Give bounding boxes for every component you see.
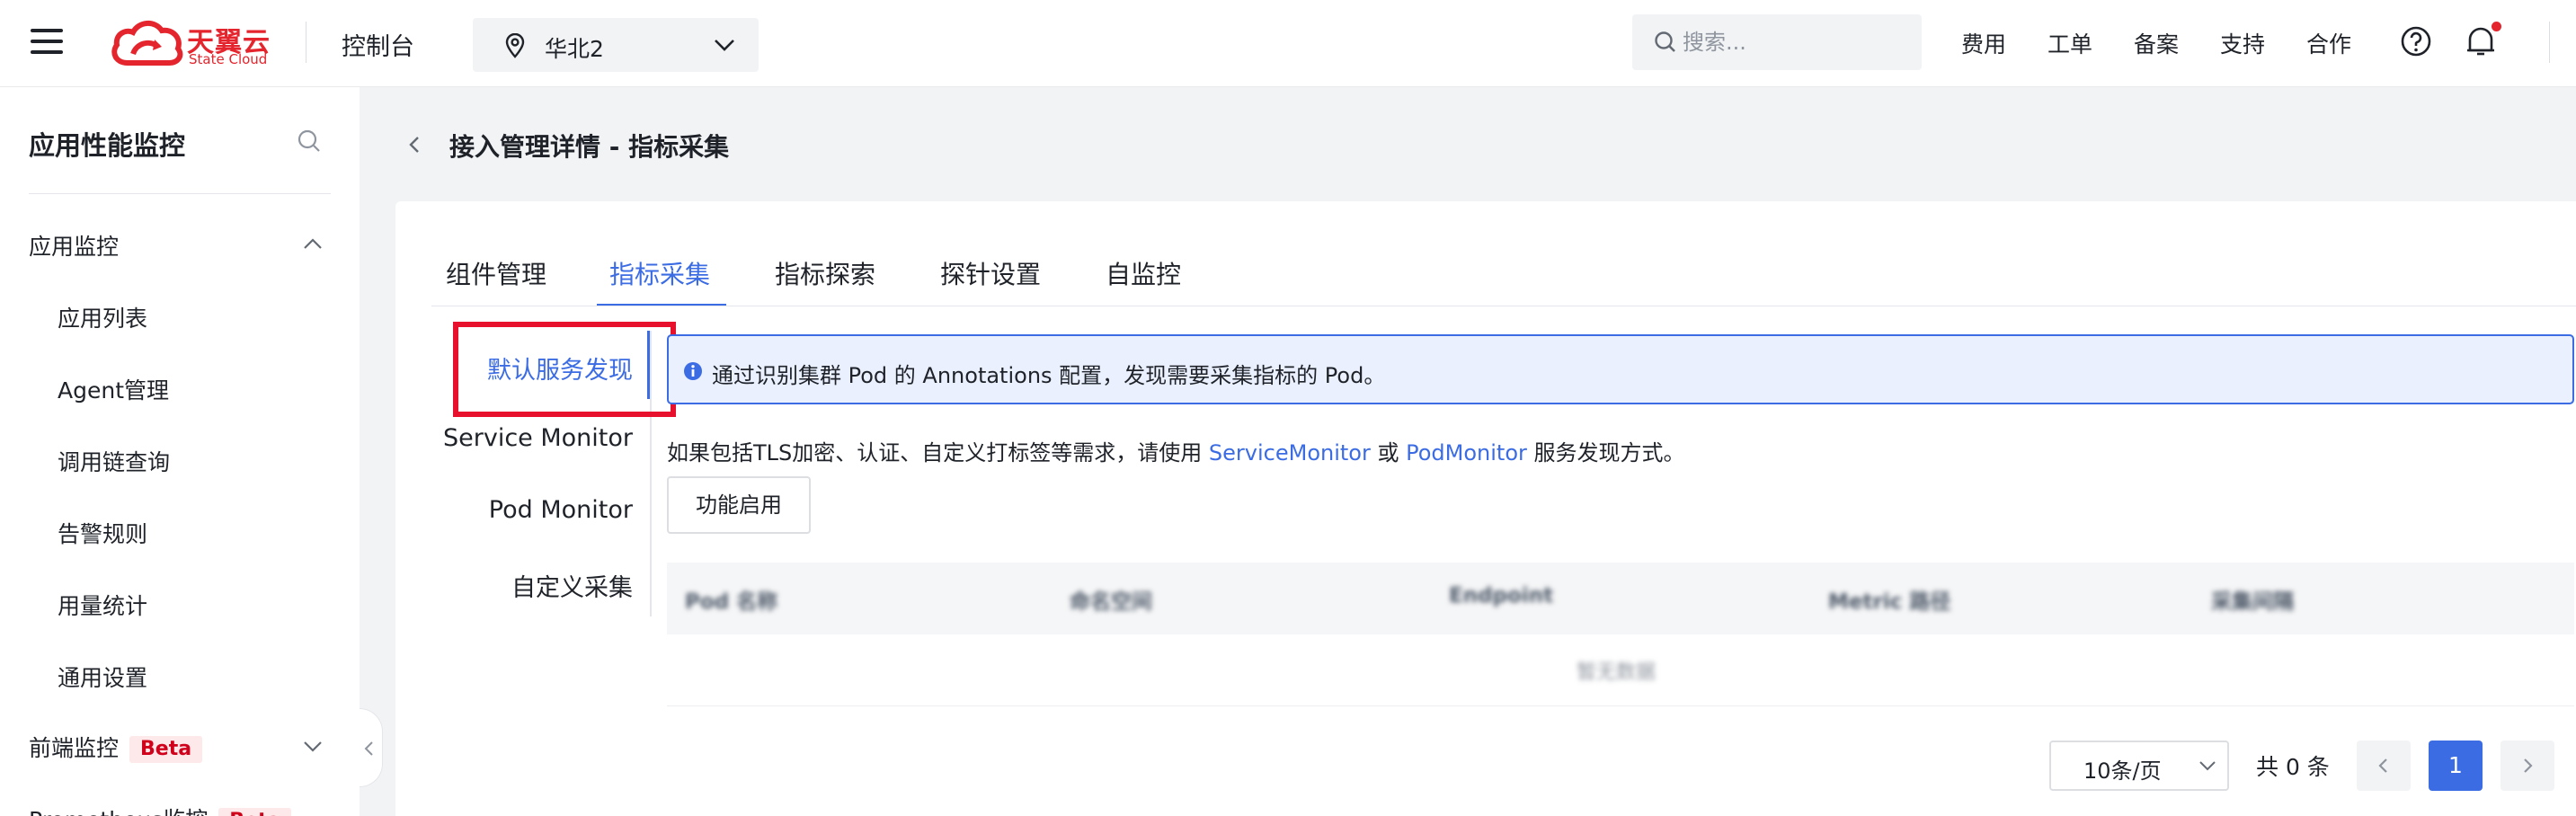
column-endpoint: Endpoint: [1449, 584, 1554, 608]
nav-partners[interactable]: 合作: [2306, 27, 2351, 59]
discovery-hint: 如果包括TLS加密、认证、自定义打标签等需求，请使用 ServiceMonito…: [667, 435, 1685, 466]
page-number-current[interactable]: 1: [2429, 741, 2483, 791]
sidebar-group-prometheus-label: Prometheus监控: [29, 807, 208, 816]
column-namespace: 命名空间: [1070, 590, 1152, 614]
tab-metric-collection[interactable]: 指标采集: [609, 255, 710, 291]
sidebar-search-icon[interactable]: [297, 129, 322, 154]
column-pod-name: Pod 名称: [685, 590, 778, 614]
region-selector[interactable]: 华北2: [473, 18, 759, 72]
console-link[interactable]: 控制台: [342, 27, 414, 62]
vtab-custom-collection[interactable]: 自定义采集: [363, 568, 633, 603]
sidebar-item-settings[interactable]: 通用设置: [58, 661, 147, 693]
vtab-pod-monitor[interactable]: Pod Monitor: [363, 496, 633, 524]
menu-icon[interactable]: [31, 29, 63, 54]
sidebar-divider: [29, 193, 331, 194]
nav-billing[interactable]: 费用: [1961, 27, 2006, 59]
column-metric-path: Metric 路径: [1828, 590, 1951, 614]
hint-mid: 或: [1370, 440, 1407, 466]
info-alert: 通过识别集群 Pod 的 Annotations 配置，发现需要采集指标的 Po…: [667, 334, 2574, 404]
tab-self-monitoring[interactable]: 自监控: [1106, 255, 1181, 291]
sidebar-title: 应用性能监控: [29, 130, 186, 161]
sidebar-group-prometheus[interactable]: Prometheus监控 Beta: [29, 803, 292, 816]
chevron-left-icon: [364, 741, 373, 756]
logo-subtext: State Cloud: [189, 51, 268, 67]
search-icon: [1655, 31, 1675, 52]
tab-probe-settings[interactable]: 探针设置: [940, 255, 1041, 291]
back-arrow-icon[interactable]: [404, 135, 424, 155]
servicemonitor-link[interactable]: ServiceMonitor: [1209, 440, 1371, 466]
chevron-down-icon: [715, 40, 734, 51]
sidebar-group-frontend[interactable]: 前端监控 Beta: [29, 731, 203, 763]
chevron-up-icon[interactable]: [302, 236, 324, 251]
table-header: Pod 名称 命名空间 Endpoint Metric 路径 采集间隔: [667, 563, 2574, 634]
chevron-left-icon: [2378, 758, 2387, 773]
sidebar: 应用性能监控 应用监控 应用列表 Agent管理 调用链查询 告警规则 用量统计…: [0, 87, 360, 816]
global-search: [1632, 14, 1922, 70]
alert-text: 通过识别集群 Pod 的 Annotations 配置，发现需要采集指标的 Po…: [712, 363, 1386, 388]
table-empty-row: 暂无数据: [667, 634, 2574, 706]
nav-tickets[interactable]: 工单: [2047, 27, 2092, 59]
total-count: 共 0 条: [2256, 754, 2330, 780]
prev-page-button[interactable]: [2357, 741, 2411, 791]
state-cloud-logo[interactable]: 天翼云 State Cloud: [110, 18, 280, 68]
sidebar-item-trace[interactable]: 调用链查询: [58, 445, 170, 477]
page-size-label: 10条/页: [2083, 758, 2162, 784]
page-title: 接入管理详情 - 指标采集: [449, 132, 730, 162]
region-label: 华北2: [545, 36, 604, 62]
top-header: 天翼云 State Cloud 控制台 华北2 费用 工单 备案 支持 合作: [0, 0, 2576, 87]
column-interval: 采集间隔: [2211, 590, 2294, 614]
sidebar-group-frontend-label: 前端监控: [29, 735, 120, 761]
chevron-right-icon: [2524, 758, 2533, 773]
info-icon: [684, 362, 702, 380]
page-size-select[interactable]: 10条/页: [2049, 741, 2229, 791]
next-page-button[interactable]: [2500, 741, 2554, 791]
location-pin-icon: [505, 33, 525, 58]
sidebar-item-agent[interactable]: Agent管理: [58, 373, 169, 405]
sidebar-collapse-handle[interactable]: [360, 708, 383, 787]
beta-badge: Beta: [129, 736, 203, 763]
sidebar-item-app-list[interactable]: 应用列表: [58, 301, 147, 333]
highlight-box: [453, 322, 676, 417]
tab-component-management[interactable]: 组件管理: [446, 255, 546, 291]
hint-suffix: 服务发现方式。: [1526, 440, 1685, 466]
tab-metric-explore[interactable]: 指标探索: [775, 255, 875, 291]
cloud-logo-icon: [111, 21, 183, 66]
hint-prefix: 如果包括TLS加密、认证、自定义打标签等需求，请使用: [667, 440, 1209, 466]
vtab-service-monitor[interactable]: Service Monitor: [363, 424, 633, 452]
chevron-down-icon[interactable]: [302, 740, 324, 754]
content-card: 组件管理 指标采集 指标探索 探针设置 自监控 默认服务发现 Service M…: [395, 201, 2576, 816]
search-input[interactable]: [1683, 23, 1907, 61]
empty-text: 暂无数据: [1577, 661, 1657, 684]
enable-feature-button[interactable]: 功能启用: [667, 476, 811, 534]
nav-support[interactable]: 支持: [2220, 27, 2265, 59]
notification-dot: [2492, 22, 2501, 31]
header-divider-right: [2549, 22, 2550, 63]
chevron-down-icon: [2199, 761, 2216, 771]
sidebar-group-app-monitor[interactable]: 应用监控: [29, 229, 119, 262]
nav-filing[interactable]: 备案: [2134, 27, 2179, 59]
sidebar-item-usage[interactable]: 用量统计: [58, 589, 147, 621]
sidebar-item-alerts[interactable]: 告警规则: [58, 517, 147, 549]
help-icon[interactable]: [2400, 25, 2432, 58]
podmonitor-link[interactable]: PodMonitor: [1406, 440, 1527, 466]
beta-badge: Beta: [218, 808, 292, 816]
